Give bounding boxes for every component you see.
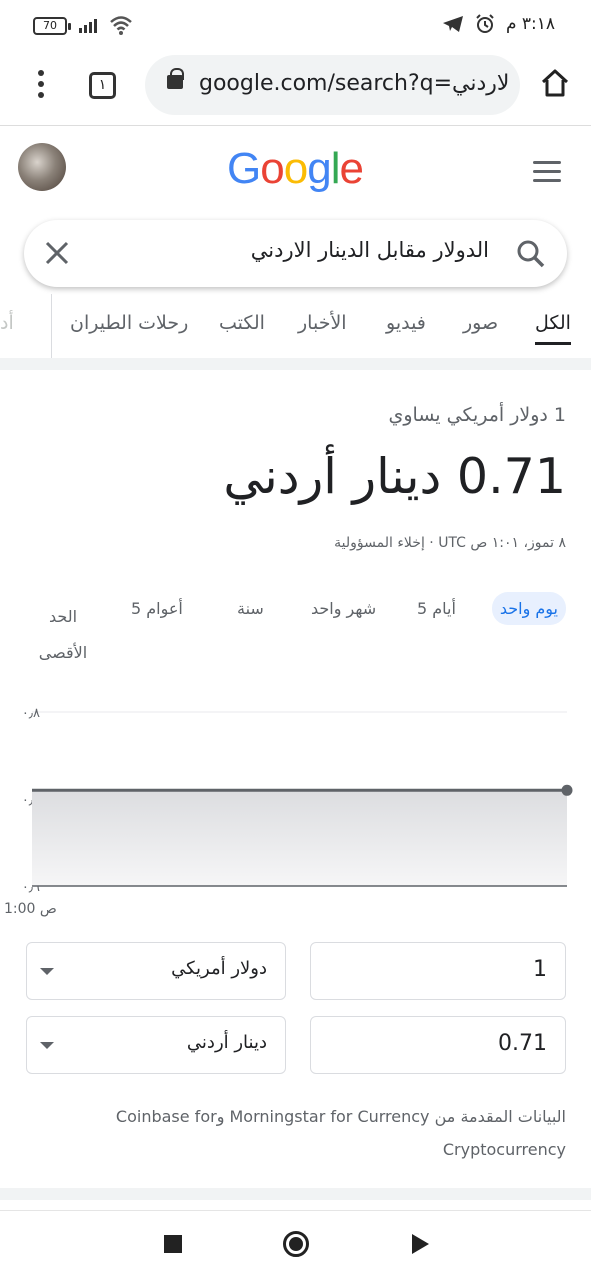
dropdown-arrow-icon — [40, 1042, 54, 1049]
range-1m[interactable]: شهر واحد — [311, 599, 376, 618]
tab-more[interactable]: أد — [0, 312, 14, 334]
from-currency-value: دولار أمريكي — [171, 958, 267, 979]
recents-button[interactable] — [164, 1235, 182, 1253]
search-tabs: أد رحلات الطيران الكتب الأخبار فيديو صور… — [0, 290, 591, 360]
data-point — [561, 784, 573, 796]
x-tick-label: 1:00 ص — [4, 901, 57, 917]
conversion-result: 0.71 دينار أردني — [223, 448, 566, 505]
system-nav-bar — [0, 1210, 591, 1280]
range-5y[interactable]: 5 أعوام — [131, 599, 183, 618]
from-amount-field[interactable]: 1 — [310, 942, 566, 1000]
home-icon[interactable] — [540, 68, 570, 98]
to-currency-value: دينار أردني — [186, 1032, 267, 1053]
telegram-icon — [442, 16, 463, 32]
tab-videos[interactable]: فيديو — [386, 312, 426, 334]
conversion-subtitle: 1 دولار أمريكي يساوي — [388, 404, 567, 426]
status-time: ٣:١٨ م — [505, 14, 555, 34]
wifi-icon — [110, 16, 132, 35]
to-currency-select[interactable]: دينار أردني — [26, 1016, 286, 1074]
search-box[interactable]: الدولار مقابل الدينار الاردني — [24, 220, 567, 287]
battery-icon: 70 — [33, 17, 71, 35]
status-icons — [442, 14, 495, 34]
url-text[interactable]: google.com/search?q=الاردني — [199, 71, 509, 96]
to-amount-value[interactable]: 0.71 — [327, 1031, 547, 1056]
home-button[interactable] — [283, 1231, 309, 1257]
tab-all[interactable]: الكل — [535, 312, 571, 345]
exchange-rate-chart: ٠٫٨٠٫٧٠٫٦1:00 ص — [4, 706, 573, 917]
clear-icon[interactable] — [42, 238, 72, 268]
google-logo[interactable]: Google — [227, 144, 364, 194]
chart-area — [32, 790, 567, 886]
range-1y[interactable]: سنة — [237, 599, 264, 618]
back-button[interactable] — [412, 1234, 429, 1254]
tab-images[interactable]: صور — [463, 312, 498, 334]
range-5d[interactable]: 5 أيام — [417, 599, 456, 618]
tab-flights[interactable]: رحلات الطيران — [70, 312, 188, 334]
section-divider — [0, 358, 591, 370]
data-source-note: البيانات المقدمة من Morningstar for Curr… — [115, 1107, 566, 1159]
avatar[interactable] — [18, 143, 66, 191]
url-bar[interactable]: google.com/search?q=الاردني — [145, 55, 520, 115]
from-amount-value[interactable]: 1 — [327, 957, 547, 982]
signal-icon — [79, 19, 97, 33]
tab-books[interactable]: الكتب — [219, 312, 265, 334]
tab-divider — [51, 294, 52, 358]
to-amount-field[interactable]: 0.71 — [310, 1016, 566, 1074]
conversion-timestamp[interactable]: ٨ تموز، ١:٠١ ص UTC · إخلاء المسؤولية — [334, 535, 566, 551]
y-tick-label: ٠٫٨ — [22, 706, 40, 721]
alarm-icon — [476, 14, 494, 33]
status-bar: 70 ٣:١٨ م — [0, 0, 591, 52]
hamburger-menu-icon[interactable] — [533, 161, 561, 188]
search-input[interactable]: الدولار مقابل الدينار الاردني — [251, 238, 489, 262]
section-divider — [0, 1188, 591, 1200]
range-max[interactable]: الحد الأقصى — [38, 599, 88, 671]
from-currency-select[interactable]: دولار أمريكي — [26, 942, 286, 1000]
more-options-icon[interactable] — [38, 70, 46, 100]
tab-news[interactable]: الأخبار — [298, 312, 347, 334]
lock-icon — [167, 68, 184, 89]
search-icon[interactable] — [515, 238, 547, 270]
browser-toolbar: ١ google.com/search?q=الاردني — [0, 52, 591, 126]
dropdown-arrow-icon — [40, 968, 54, 975]
tab-switcher-button[interactable]: ١ — [89, 72, 116, 99]
range-1d[interactable]: يوم واحد — [491, 592, 566, 625]
